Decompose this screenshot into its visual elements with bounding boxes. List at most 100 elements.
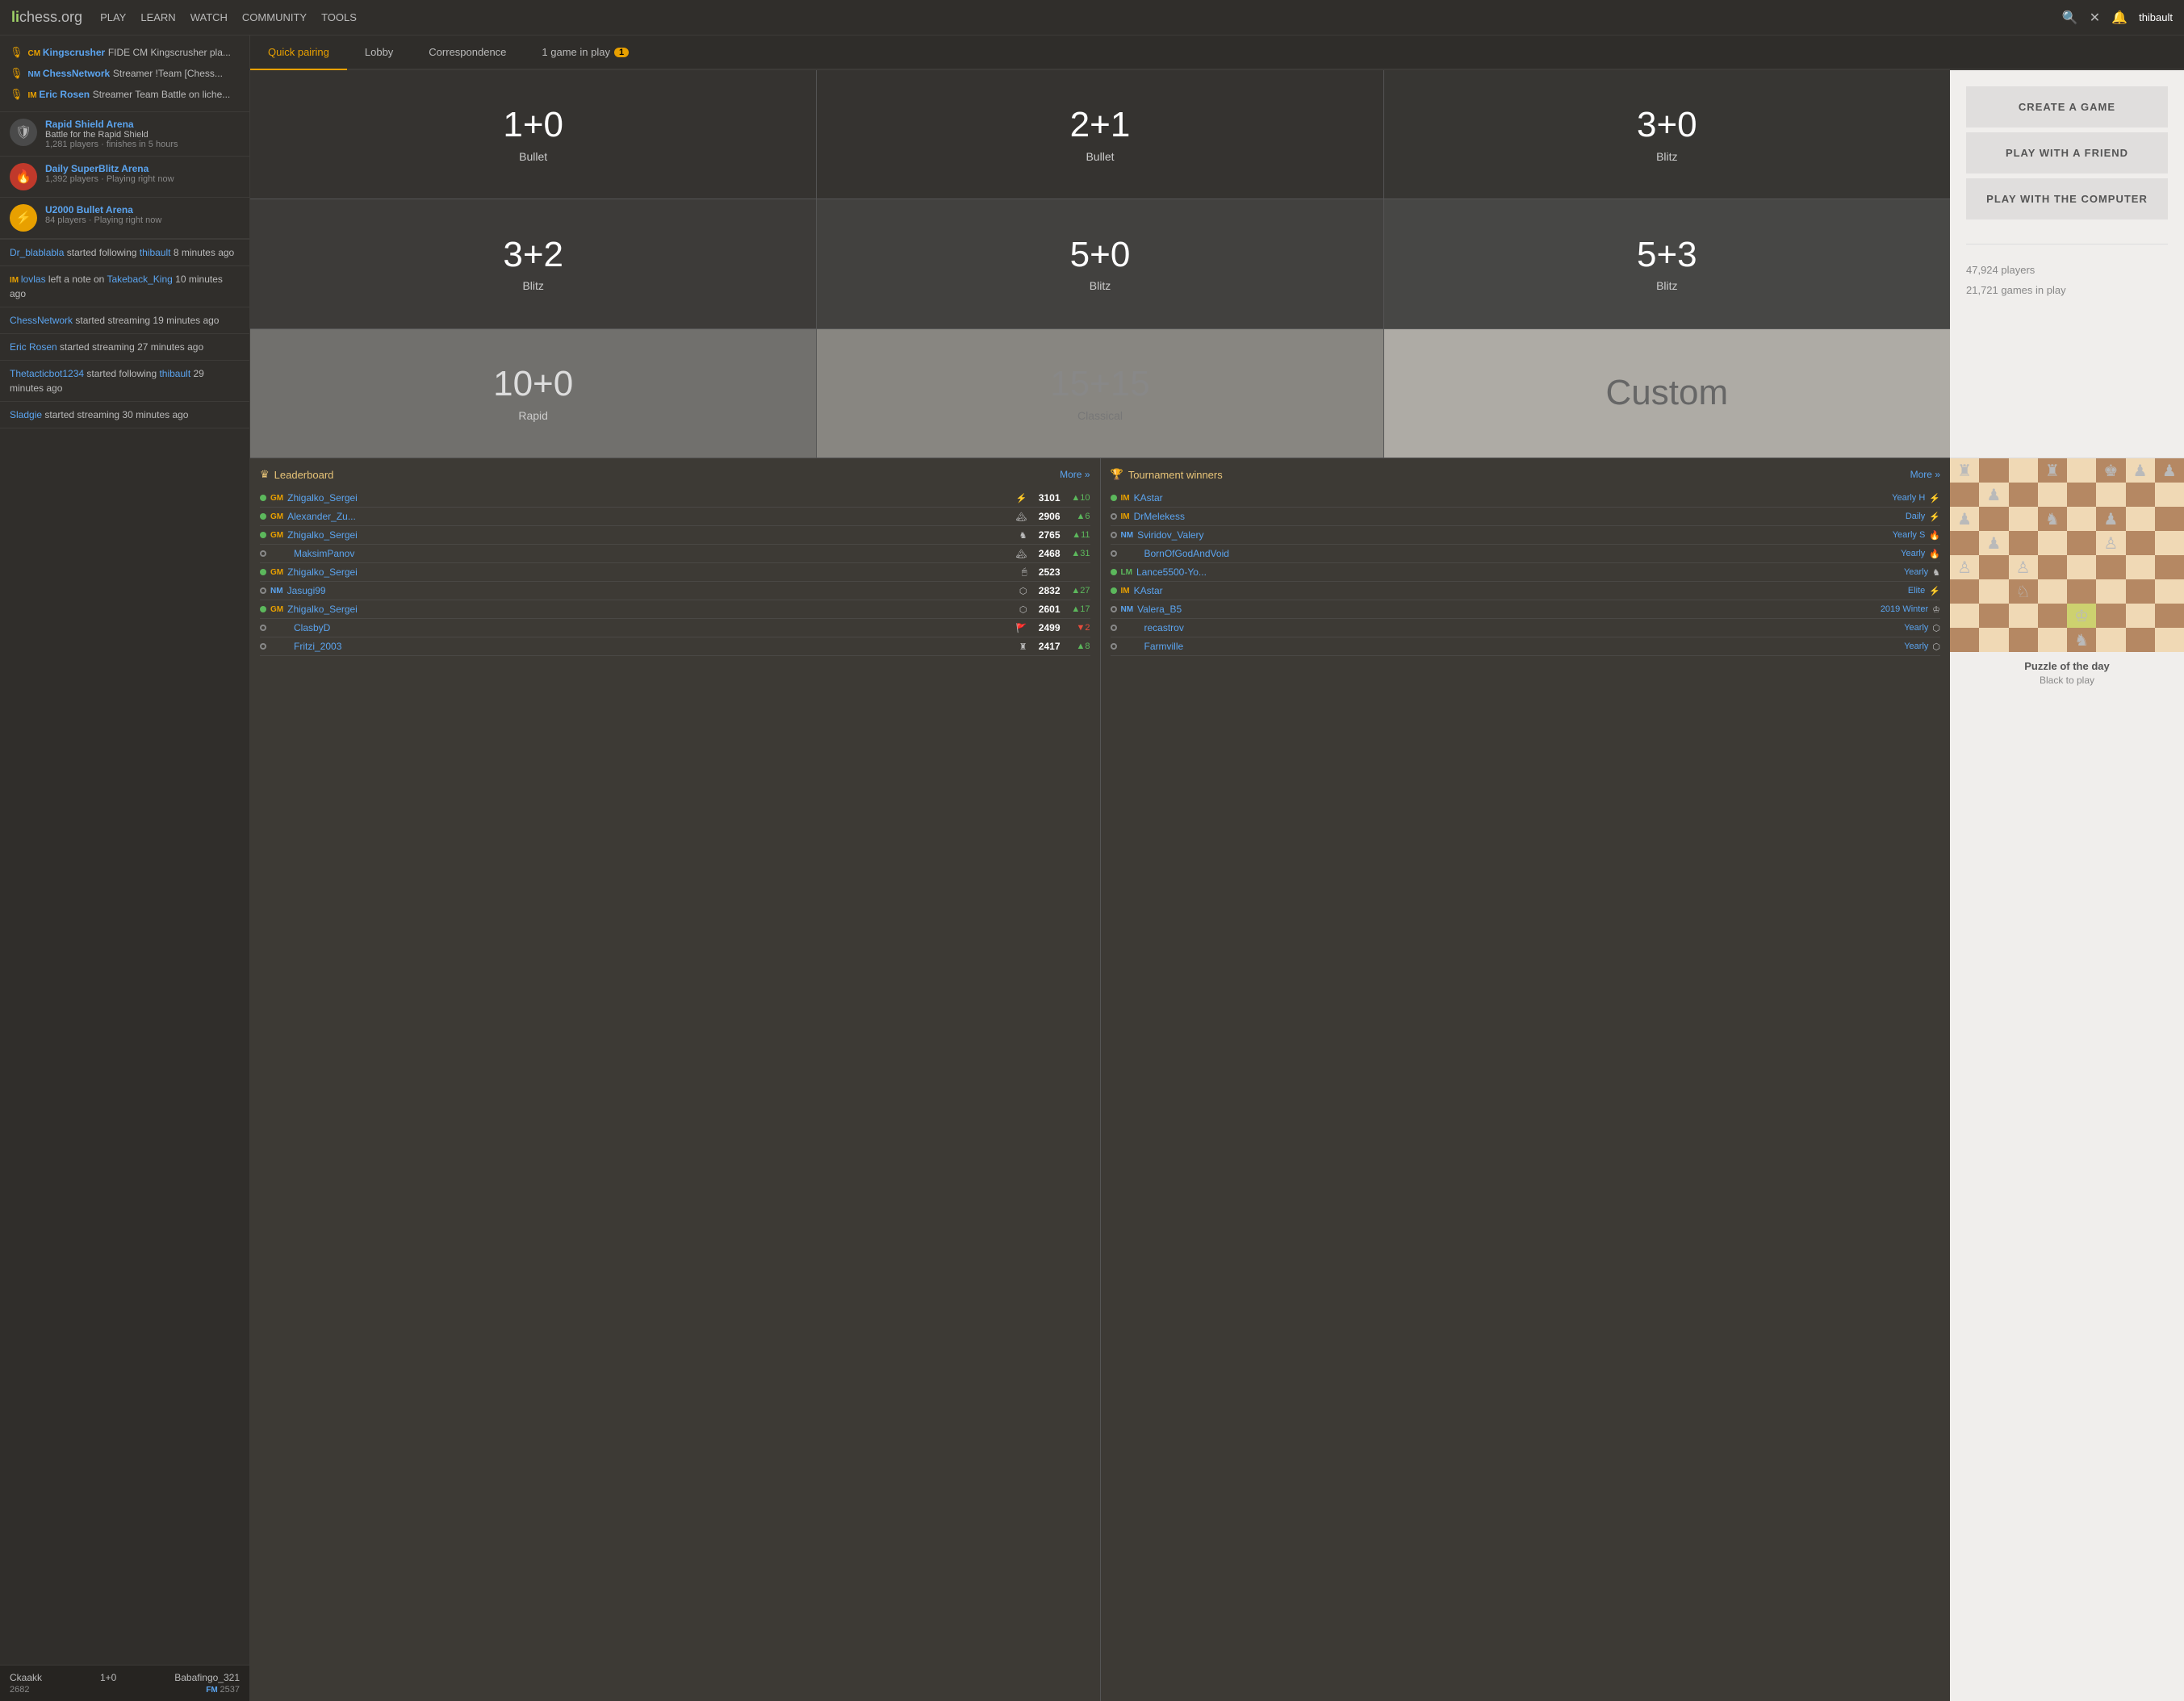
tw-tournament-6[interactable]: 2019 Winter [1881, 604, 1928, 614]
activity-link-7[interactable]: thibault [159, 368, 190, 379]
lb-progress-2: ▲11 [1065, 530, 1090, 540]
pairing-cell-5[interactable]: 5+3 Blitz [1384, 199, 1950, 328]
pairing-cell-0[interactable]: 1+0 Bullet [250, 70, 816, 199]
streamer-name-2[interactable]: Eric Rosen [39, 89, 90, 100]
pairing-type-6: Rapid [518, 409, 548, 422]
tw-tournament-4[interactable]: Yearly [1904, 567, 1928, 577]
pairing-cell-2[interactable]: 3+0 Blitz [1384, 70, 1950, 199]
pairing-time-1: 2+1 [1070, 106, 1131, 144]
tab-quick-pairing[interactable]: Quick pairing [250, 36, 347, 70]
tw-name-3[interactable]: BornOfGodAndVoid [1144, 548, 1897, 559]
tournament-title-1[interactable]: Daily SuperBlitz Arena [45, 163, 174, 174]
username[interactable]: thibault [2139, 11, 2173, 23]
tw-tournament-5[interactable]: Elite [1908, 586, 1925, 596]
upper-section: 1+0 Bullet 2+1 Bullet 3+0 Blitz 3+2 Blit… [250, 70, 2184, 458]
activity-link[interactable]: Dr_blablabla [10, 247, 64, 258]
lb-name-7[interactable]: ClasbyD [294, 622, 1012, 633]
search-icon[interactable]: 🔍 [2062, 10, 2078, 26]
nav-watch[interactable]: WATCH [190, 11, 228, 23]
nav-play[interactable]: PLAY [100, 11, 126, 23]
close-icon[interactable]: ✕ [2090, 10, 2100, 26]
lb-name-3[interactable]: MaksimPanov [294, 548, 1012, 559]
activity-link-6[interactable]: Thetacticbot1234 [10, 368, 84, 379]
player1-name[interactable]: Ckaakk [10, 1672, 42, 1683]
tw-name-6[interactable]: Valera_B5 [1137, 604, 1876, 615]
tournament-title-0[interactable]: Rapid Shield Arena [45, 119, 178, 130]
activity-link-8[interactable]: Sladgie [10, 409, 42, 420]
nav-community[interactable]: COMMUNITY [242, 11, 307, 23]
pairing-cell-1[interactable]: 2+1 Bullet [817, 70, 1383, 199]
pairing-cell-7[interactable]: 15+15 Classical [817, 329, 1383, 458]
streamer-name-1[interactable]: ChessNetwork [43, 68, 110, 79]
activity-link-5[interactable]: Eric Rosen [10, 341, 57, 353]
tw-tournament-3[interactable]: Yearly [1901, 549, 1925, 558]
play-friend-button[interactable]: PLAY WITH A FRIEND [1966, 132, 2168, 173]
tw-name-7[interactable]: recastrov [1144, 622, 1901, 633]
lb-name-6[interactable]: Zhigalko_Sergei [287, 604, 1015, 615]
lb-icon-5: ⬡ [1019, 586, 1027, 596]
tw-title: 🏆 Tournament winners [1111, 468, 1223, 481]
mic-icon-2: 🎙 [10, 88, 23, 101]
lb-rating-8: 2417 [1031, 641, 1061, 652]
tab-game-in-play[interactable]: 1 game in play 1 [524, 36, 646, 69]
create-game-button[interactable]: CREATE A GAME [1966, 86, 2168, 127]
tw-tournament-2[interactable]: Yearly S [1893, 530, 1926, 540]
tw-name-4[interactable]: Lance5500-Yo... [1136, 566, 1900, 578]
tw-icon-0: ⚡ [1929, 493, 1940, 504]
puzzle-board[interactable]: ♜ ♜ ♚ ♟ ♟ ♟ [1950, 458, 2184, 652]
site-logo[interactable]: lilichesschess.org [11, 9, 82, 26]
lb-rating-4: 2523 [1031, 566, 1061, 578]
tw-name-8[interactable]: Farmville [1144, 641, 1901, 652]
player2-name[interactable]: Babafingo_321 [174, 1672, 240, 1683]
activity-item-5: Sladgie started streaming 30 minutes ago [0, 402, 249, 428]
lb-name-0[interactable]: Zhigalko_Sergei [287, 492, 1012, 504]
streamers-section: 🎙 CM Kingscrusher FIDE CM Kingscrusher p… [0, 36, 249, 111]
pairing-cell-8[interactable]: Custom [1384, 329, 1950, 458]
lb-icon-3: 🏔 [1016, 549, 1027, 559]
activity-link-3[interactable]: Takeback_King [107, 274, 172, 285]
streamer-item-1: 🎙 NM ChessNetwork Streamer !Team [Chess.… [0, 63, 249, 84]
lb-name-2[interactable]: Zhigalko_Sergei [287, 529, 1015, 541]
activity-link-4[interactable]: ChessNetwork [10, 315, 73, 326]
activity-link-user[interactable]: thibault [140, 247, 171, 258]
lb-name-1[interactable]: Alexander_Zu... [287, 511, 1011, 522]
tw-name-0[interactable]: KAstar [1134, 492, 1889, 504]
tw-tournament-1[interactable]: Daily [1906, 512, 1925, 521]
tw-tournament-7[interactable]: Yearly [1904, 623, 1928, 633]
lb-name-5[interactable]: Jasugi99 [287, 585, 1015, 596]
lb-row-5: NM Jasugi99 ⬡ 2832 ▲27 [260, 582, 1090, 600]
pairing-cell-3[interactable]: 3+2 Blitz [250, 199, 816, 328]
pairing-cell-6[interactable]: 10+0 Rapid [250, 329, 816, 458]
tw-name-5[interactable]: KAstar [1134, 585, 1904, 596]
tw-tournament-8[interactable]: Yearly [1904, 642, 1928, 651]
lb-progress-0: ▲10 [1065, 493, 1090, 503]
lb-name-8[interactable]: Fritzi_2003 [294, 641, 1015, 652]
play-computer-button[interactable]: PLAY WITH THE COMPUTER [1966, 178, 2168, 219]
tw-name-1[interactable]: DrMelekess [1134, 511, 1902, 522]
tw-icon-5: ⚡ [1929, 586, 1940, 596]
tournament-title-2[interactable]: U2000 Bullet Arena [45, 204, 161, 215]
lb-icon-7: 🚩 [1016, 623, 1027, 633]
lb-row-6: GM Zhigalko_Sergei ⬡ 2601 ▲17 [260, 600, 1090, 619]
lb-online-2 [260, 532, 266, 538]
lb-name-4[interactable]: Zhigalko_Sergei [287, 566, 1018, 578]
tab-lobby[interactable]: Lobby [347, 36, 411, 69]
streamer-name-0[interactable]: Kingscrusher [43, 47, 105, 58]
bell-icon[interactable]: 🔔 [2111, 10, 2128, 26]
tw-icon-7: ⬡ [1932, 623, 1940, 633]
activity-link-2[interactable]: lovlas [21, 274, 46, 285]
leaderboard-more[interactable]: More » [1060, 469, 1090, 480]
tw-row-8: Farmville Yearly ⬡ [1111, 637, 1941, 656]
tournament-icon-fire: 🔥 [10, 163, 37, 190]
tw-more[interactable]: More » [1910, 469, 1940, 480]
tw-tournament-0[interactable]: Yearly H [1892, 493, 1925, 503]
tw-name-2[interactable]: Sviridov_Valery [1137, 529, 1889, 541]
lb-rating-0: 3101 [1031, 492, 1061, 504]
pairing-time-4: 5+0 [1070, 236, 1131, 274]
nav-tools[interactable]: TOOLS [321, 11, 357, 23]
pairing-cell-4[interactable]: 5+0 Blitz [817, 199, 1383, 328]
puzzle-subtitle: Black to play [1960, 675, 2174, 686]
game-preview-left: Ckaakk 1+0 Babafingo_321 2682 FM 2537 [0, 1665, 249, 1701]
tab-correspondence[interactable]: Correspondence [411, 36, 524, 69]
nav-learn[interactable]: LEARN [140, 11, 175, 23]
